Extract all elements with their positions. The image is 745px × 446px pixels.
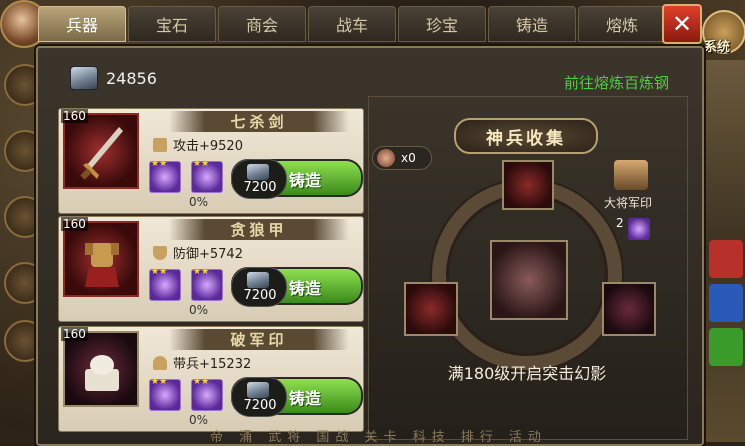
tab-gems[interactable]: 宝石 — [128, 6, 216, 42]
item-stat-text: 防御+5742 — [173, 247, 243, 262]
forge-progress: 0% — [189, 413, 209, 427]
side-green-button[interactable] — [709, 328, 743, 366]
star-icon: ★★ — [193, 159, 210, 169]
item-name: 贪狼甲 — [169, 219, 349, 240]
seal-image[interactable] — [63, 331, 139, 407]
iron-ingot-icon — [70, 66, 98, 90]
item-level: 160 — [61, 109, 88, 123]
collection-slot-center[interactable] — [490, 240, 568, 320]
forge-label: 铸造 — [289, 279, 322, 298]
seal-reward-icon[interactable] — [614, 160, 648, 190]
forge-label: 铸造 — [289, 389, 322, 408]
iron-ingot-icon — [247, 272, 269, 288]
tab-guild[interactable]: 商会 — [218, 6, 306, 42]
star-icon: ★★ — [151, 159, 168, 169]
unlock-hint: 满180级开启突击幻影 — [447, 364, 607, 383]
item-card-armor: 160 贪狼甲 防御+5742 ★★ ★★ 7200 铸造 0% — [58, 216, 364, 322]
gem-icon — [628, 218, 650, 240]
sword-image[interactable] — [63, 113, 139, 189]
seal-icon — [85, 355, 119, 391]
gem-slot-1[interactable]: ★★ — [149, 159, 181, 193]
forge-button[interactable]: 7200 铸造 — [231, 377, 363, 417]
item-name: 七杀剑 — [169, 111, 349, 132]
seal-reward-count: 2 — [616, 216, 624, 230]
star-icon: ★★ — [193, 377, 210, 387]
gem-slot-2[interactable]: ★★ — [191, 267, 223, 301]
iron-ingot-icon — [247, 382, 269, 398]
forge-button[interactable]: 7200 铸造 — [231, 267, 363, 307]
item-stat: 带兵+15232 — [153, 353, 251, 372]
item-stat: 攻击+9520 — [153, 135, 243, 154]
close-button[interactable]: ✕ — [662, 4, 702, 44]
hammer-count: x0 — [401, 151, 416, 165]
side-blue-button[interactable] — [709, 284, 743, 322]
resource-display: 24856 — [70, 66, 157, 90]
system-label: 系统 — [704, 40, 731, 55]
forge-cost: 7200 — [243, 398, 277, 413]
item-stat: 防御+5742 — [153, 243, 243, 262]
item-level: 160 — [61, 217, 88, 231]
tab-chariot[interactable]: 战车 — [308, 6, 396, 42]
item-stat-text: 带兵+15232 — [173, 357, 252, 372]
tab-forge[interactable]: 铸造 — [488, 6, 576, 42]
sword-icon — [80, 127, 123, 180]
gem-slot-1[interactable]: ★★ — [149, 267, 181, 301]
collection-slot-armor[interactable] — [404, 282, 458, 336]
goto-smelt-link[interactable]: 前往熔炼百炼钢 — [564, 72, 669, 93]
item-stat-text: 攻击+9520 — [173, 139, 243, 154]
right-side-bar — [700, 60, 745, 442]
gem-slot-1[interactable]: ★★ — [149, 377, 181, 411]
gem-slot-2[interactable]: ★★ — [191, 159, 223, 193]
forge-label: 铸造 — [289, 171, 322, 190]
armor-image[interactable] — [63, 221, 139, 297]
resource-value: 24856 — [106, 68, 157, 88]
tab-smelt[interactable]: 熔炼 — [578, 6, 666, 42]
iron-ingot-icon — [247, 164, 269, 180]
side-red-button[interactable] — [709, 240, 743, 278]
star-icon: ★★ — [193, 267, 210, 277]
armor-icon — [85, 243, 119, 287]
forge-progress: 0% — [189, 195, 209, 209]
hammer-icon — [377, 149, 395, 167]
tab-bar: 兵器 宝石 商会 战车 珍宝 铸造 熔炼 — [38, 6, 666, 42]
tab-weapons[interactable]: 兵器 — [38, 6, 126, 42]
collection-title: 神兵收集 — [454, 118, 598, 154]
tab-treasure[interactable]: 珍宝 — [398, 6, 486, 42]
forge-button[interactable]: 7200 铸造 — [231, 159, 363, 199]
collection-slot-seal[interactable] — [602, 282, 656, 336]
star-icon: ★★ — [151, 377, 168, 387]
item-name: 破军印 — [169, 329, 349, 350]
forge-progress: 0% — [189, 303, 209, 317]
item-card-seal: 160 破军印 带兵+15232 ★★ ★★ 7200 铸造 0% — [58, 326, 364, 432]
forge-cost: 7200 — [243, 180, 277, 195]
gem-slot-2[interactable]: ★★ — [191, 377, 223, 411]
seal-reward-label: 大将军印 — [604, 196, 653, 210]
hammer-counter: x0 — [372, 146, 432, 170]
collection-slot-sword[interactable] — [502, 160, 554, 210]
star-icon: ★★ — [151, 267, 168, 277]
bottom-nav-text: 帝 涌 武将 国战 关卡 科技 排行 活动 — [210, 430, 547, 445]
forge-cost: 7200 — [243, 288, 277, 303]
item-card-sword: 160 七杀剑 攻击+9520 ★★ ★★ 7200 铸造 0% — [58, 108, 364, 214]
sword-icon — [153, 137, 167, 152]
shield-icon — [153, 245, 167, 260]
helmet-icon — [153, 355, 167, 370]
item-level: 160 — [61, 327, 88, 341]
